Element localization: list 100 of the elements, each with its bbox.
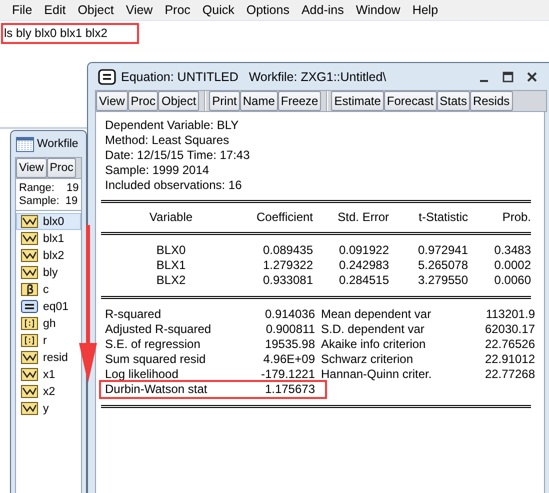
toolbar-button[interactable]: Forecast [384, 91, 437, 111]
object-name: blx0 [43, 216, 64, 228]
series-icon [21, 249, 38, 262]
object-name: x2 [43, 386, 56, 398]
object-item[interactable]: y [16, 400, 81, 417]
toolbar-button[interactable]: Print [209, 91, 240, 111]
toolbar-button[interactable]: Name [240, 91, 278, 111]
object-item[interactable]: blx1 [16, 230, 81, 247]
object-name: x1 [43, 368, 56, 380]
table-cell-text: 0.3483 [493, 243, 531, 258]
series-icon [21, 368, 38, 381]
menu-item[interactable]: Help [407, 3, 446, 17]
table-cell-text: 0.0002 [493, 258, 531, 273]
window-title: Equation: UNTITLED Workfile: ZXG1::Untitled\ [121, 70, 386, 84]
column-header: Variable [148, 210, 194, 225]
table-cell-text: BLX0 [155, 243, 187, 258]
toolbar-button[interactable]: View [96, 91, 128, 111]
object-item[interactable]: gh [16, 315, 81, 332]
series-icon [21, 385, 38, 398]
object-name: blx1 [43, 232, 64, 244]
stat-label: Mean dependent var [320, 307, 432, 322]
object-item[interactable]: blx2 [16, 247, 81, 264]
column-header: Prob. [501, 210, 531, 225]
header-line: Date: 12/15/15 Time: 17:43 [105, 148, 251, 163]
object-name: bly [43, 266, 58, 278]
sample-value: 19 [65, 195, 78, 208]
toolbar-button[interactable]: View [16, 158, 47, 178]
object-name: gh [43, 318, 56, 330]
toolbar-button[interactable]: Proc [128, 91, 158, 111]
column-header: t-Statistic [418, 210, 468, 225]
header-line: Dependent Variable: BLY [105, 118, 240, 133]
object-item[interactable]: r [16, 332, 81, 349]
table-cell-text: 0.284515 [338, 273, 389, 288]
header-line: Method: Least Squares [105, 133, 230, 148]
toolbar-button[interactable]: Object [158, 91, 200, 111]
menu-item[interactable]: Proc [160, 3, 198, 17]
toolbar-button[interactable]: Proc [46, 158, 76, 178]
toolbar-button[interactable]: Freeze [278, 91, 322, 111]
table-cell-text: 0.091922 [338, 243, 389, 258]
stat-label: Hannan-Quinn criter. [320, 367, 433, 382]
stat-value: -179.1221 [260, 367, 315, 382]
series-icon [21, 402, 38, 415]
object-item[interactable]: blx0 [16, 213, 81, 230]
object-item[interactable]: c [16, 281, 81, 298]
range-label: Range: [19, 182, 54, 195]
menu-item[interactable]: Edit [39, 3, 73, 17]
range-value: 19 [66, 182, 79, 195]
object-name: y [43, 402, 49, 414]
column-header: Coefficient [256, 210, 313, 225]
stat-label: Log likelihood [105, 367, 180, 382]
menu-item[interactable]: Options [241, 3, 296, 17]
table-cell-text: BLX1 [155, 258, 187, 273]
vector-icon [21, 334, 38, 347]
object-item[interactable]: resid [16, 349, 81, 366]
header-line: Sample: 1999 2014 [105, 163, 210, 178]
stat-value: 4.96E+09 [262, 352, 315, 367]
stat-label: Durbin-Watson stat [105, 382, 208, 397]
menu-item[interactable]: Window [350, 3, 408, 17]
menu-item[interactable]: Quick [197, 3, 242, 17]
table-cell-text: 0.933081 [262, 273, 313, 288]
stat-value: 1.175673 [264, 382, 315, 397]
stat-label: Schwarz criterion [320, 352, 414, 367]
menu-item[interactable]: Object [72, 3, 121, 17]
toolbar-button[interactable]: Resids [470, 91, 513, 111]
stat-label: Sum squared resid [105, 352, 207, 367]
table-cell-text: 0.0060 [493, 273, 531, 288]
menu-item[interactable]: File [7, 3, 40, 17]
table-cell-text: 3.279550 [416, 273, 468, 288]
stat-value: 0.900811 [264, 322, 315, 337]
stat-value: 22.91012 [484, 352, 535, 367]
table-cell-text: 0.089435 [262, 243, 313, 258]
table-cell-text: 1.279322 [262, 258, 313, 273]
table-cell-text: 5.265078 [416, 258, 468, 273]
column-header: Std. Error [336, 210, 389, 225]
toolbar-button[interactable]: Stats [436, 91, 470, 111]
object-name: blx2 [43, 250, 64, 262]
stat-label: S.E. of regression [105, 337, 202, 352]
maximize-icon[interactable] [502, 70, 514, 82]
object-item[interactable]: eq01 [16, 298, 81, 315]
vector-icon [21, 317, 38, 330]
object-name: r [43, 334, 47, 346]
header-line: Included observations: 16 [105, 178, 243, 193]
menu-item[interactable]: Add-ins [296, 3, 351, 17]
table-icon [16, 136, 34, 152]
object-item[interactable]: x1 [16, 366, 81, 383]
series-icon [21, 351, 38, 364]
object-name: eq01 [43, 300, 69, 312]
object-item[interactable]: bly [16, 264, 81, 281]
menu-item[interactable]: View [120, 3, 160, 17]
stat-value: 113201.9 [484, 307, 535, 322]
object-name: resid [43, 352, 68, 364]
equation-icon [98, 68, 116, 84]
command-text: ls bly blx0 blx1 blx2 [1, 23, 140, 44]
close-icon[interactable] [526, 70, 538, 82]
stat-label: Adjusted R-squared [105, 322, 212, 337]
stat-value: 22.77268 [484, 367, 535, 382]
toolbar-button[interactable]: Estimate [331, 91, 384, 111]
object-item[interactable]: x2 [16, 383, 81, 400]
stat-label: Akaike info criterion [320, 337, 427, 352]
window-title: Workfile [37, 138, 78, 150]
